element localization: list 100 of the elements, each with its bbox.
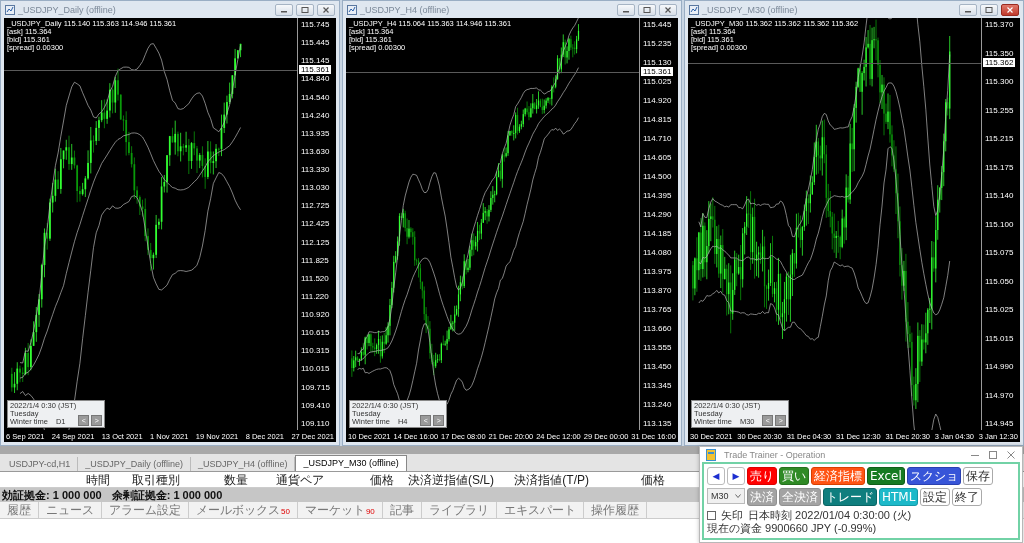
price-label: 113.555 [642,343,673,352]
price-tag: 115.361 [641,67,674,76]
price-label: 113.935 [300,128,331,138]
timeframe-dropdown[interactable]: M30 [707,488,745,504]
price-label: 114.240 [300,110,331,120]
price-label: 115.175 [984,162,1015,172]
price-label: 114.990 [984,362,1015,371]
price-label: 114.185 [642,229,673,238]
chart-tab[interactable]: USDJPY-cd,H1 [2,457,79,471]
price-label: 114.605 [642,153,673,162]
window-title: _USDJPY_Daily (offline) [18,4,117,15]
price-label: 115.100 [984,219,1015,229]
terminal-tab[interactable]: エキスパート [496,501,584,519]
action-button[interactable]: 決済 [747,488,777,506]
window-title: _USDJPY_H4 (offline) [360,4,451,15]
terminal-tab[interactable]: マーケット 90 [297,501,383,519]
column-header: 決済指値(T/P) [513,472,589,489]
price-label: 111.220 [300,291,330,301]
chart-tab[interactable]: _USDJPY_M30 (offline) [295,455,407,471]
price-label: 114.080 [642,248,673,257]
price-label: 113.630 [300,146,331,156]
column-header: 通貨ペア [275,472,324,489]
chart-tab[interactable]: _USDJPY_Daily (offline) [78,457,192,471]
action-button[interactable]: 経済指標 [811,467,865,485]
price-label: 115.745 [300,20,331,29]
price-label: 110.015 [300,364,331,374]
price-label: 112.125 [300,237,331,247]
price-label: 114.395 [642,191,673,200]
column-header: 価格 [640,472,665,489]
price-label: 114.540 [300,92,331,102]
jst-time-text: 日本時刻 2022/01/04 0:30:00 (火) [748,509,912,522]
terminal-tab[interactable]: メールボックス 50 [189,501,298,519]
terminal-tab[interactable]: ニュース [39,501,102,519]
terminal-tab[interactable]: 操作履歴 [583,501,647,519]
price-label: 111.520 [300,273,330,283]
price-label: 111.825 [300,255,330,265]
price-label: 113.240 [642,400,673,409]
price-label: 114.710 [642,134,673,143]
terminal-tab[interactable]: アラーム設定 [102,501,189,519]
price-label: 109.715 [300,382,331,392]
price-label: 113.660 [642,324,673,333]
action-button[interactable]: 全決済 [779,488,821,506]
window-title: _USDJPY_M30 (offline) [702,4,799,15]
action-button[interactable]: Excel [867,467,905,485]
price-label: 114.815 [642,115,673,124]
price-label: 115.300 [984,77,1015,86]
step-button[interactable]: ▶ [727,467,745,485]
column-header: 取引種別 [131,472,180,489]
column-header: 価格 [369,472,394,489]
price-label: 113.765 [642,305,673,314]
action-button[interactable]: 設定 [920,488,951,506]
price-label: 110.315 [300,346,331,356]
price-tag: 115.362 [983,58,1016,67]
price-label: 112.725 [300,201,331,211]
funds-text: 現在の資金 9900660 JPY (-0.99%) [707,522,877,535]
price-label: 115.025 [984,305,1015,314]
price-label: 109.110 [300,418,331,428]
price-label: 114.840 [300,74,331,84]
price-label: 113.345 [642,381,673,390]
price-label: 115.235 [642,39,673,48]
action-button[interactable]: 保存 [962,467,993,485]
step-button[interactable]: ◀ [707,467,725,485]
free-margin-text: 余剰証拠金: 1 000 000 [111,487,223,503]
action-button[interactable]: 買い [779,467,809,485]
price-label: 113.870 [642,286,673,295]
price-label: 114.970 [984,390,1015,400]
action-button[interactable]: トレード [823,488,877,506]
price-label: 109.410 [300,400,331,410]
equity-text: 効証拠金: 1 000 000 [2,487,102,503]
price-label: 114.500 [642,172,673,181]
column-header: 数量 [223,472,248,489]
action-button[interactable]: HTML [879,488,919,506]
price-label: 115.140 [984,191,1015,200]
action-button[interactable]: スクショ [906,467,961,485]
price-label: 115.255 [984,105,1015,115]
price-label: 115.130 [642,58,673,67]
action-button[interactable]: 売り [747,467,777,485]
price-label: 115.015 [984,333,1015,343]
price-label: 112.425 [300,219,331,229]
column-header: 決済逆指値(S/L) [407,472,494,489]
price-label: 115.050 [984,276,1015,286]
price-label: 115.445 [300,38,331,48]
terminal-tab[interactable]: 履歴 [0,501,39,519]
column-header: 時間 [85,472,110,489]
price-label: 113.030 [300,183,331,193]
price-label: 113.330 [300,165,331,174]
action-button[interactable]: 終了 [952,488,983,506]
price-label: 115.350 [984,48,1015,58]
checkbox-label: 矢印 [721,509,743,522]
price-label: 115.445 [642,20,673,29]
price-label: 110.920 [300,310,331,319]
terminal-tab[interactable]: ライブラリ [421,501,497,519]
price-label: 115.025 [642,77,673,86]
price-tag: 115.361 [299,65,332,74]
terminal-tab[interactable]: 記事 [382,501,422,519]
price-label: 115.370 [984,20,1015,29]
price-label: 114.290 [642,210,673,219]
price-label: 115.145 [300,56,331,66]
price-label: 114.920 [642,96,673,105]
price-label: 114.945 [984,419,1015,428]
